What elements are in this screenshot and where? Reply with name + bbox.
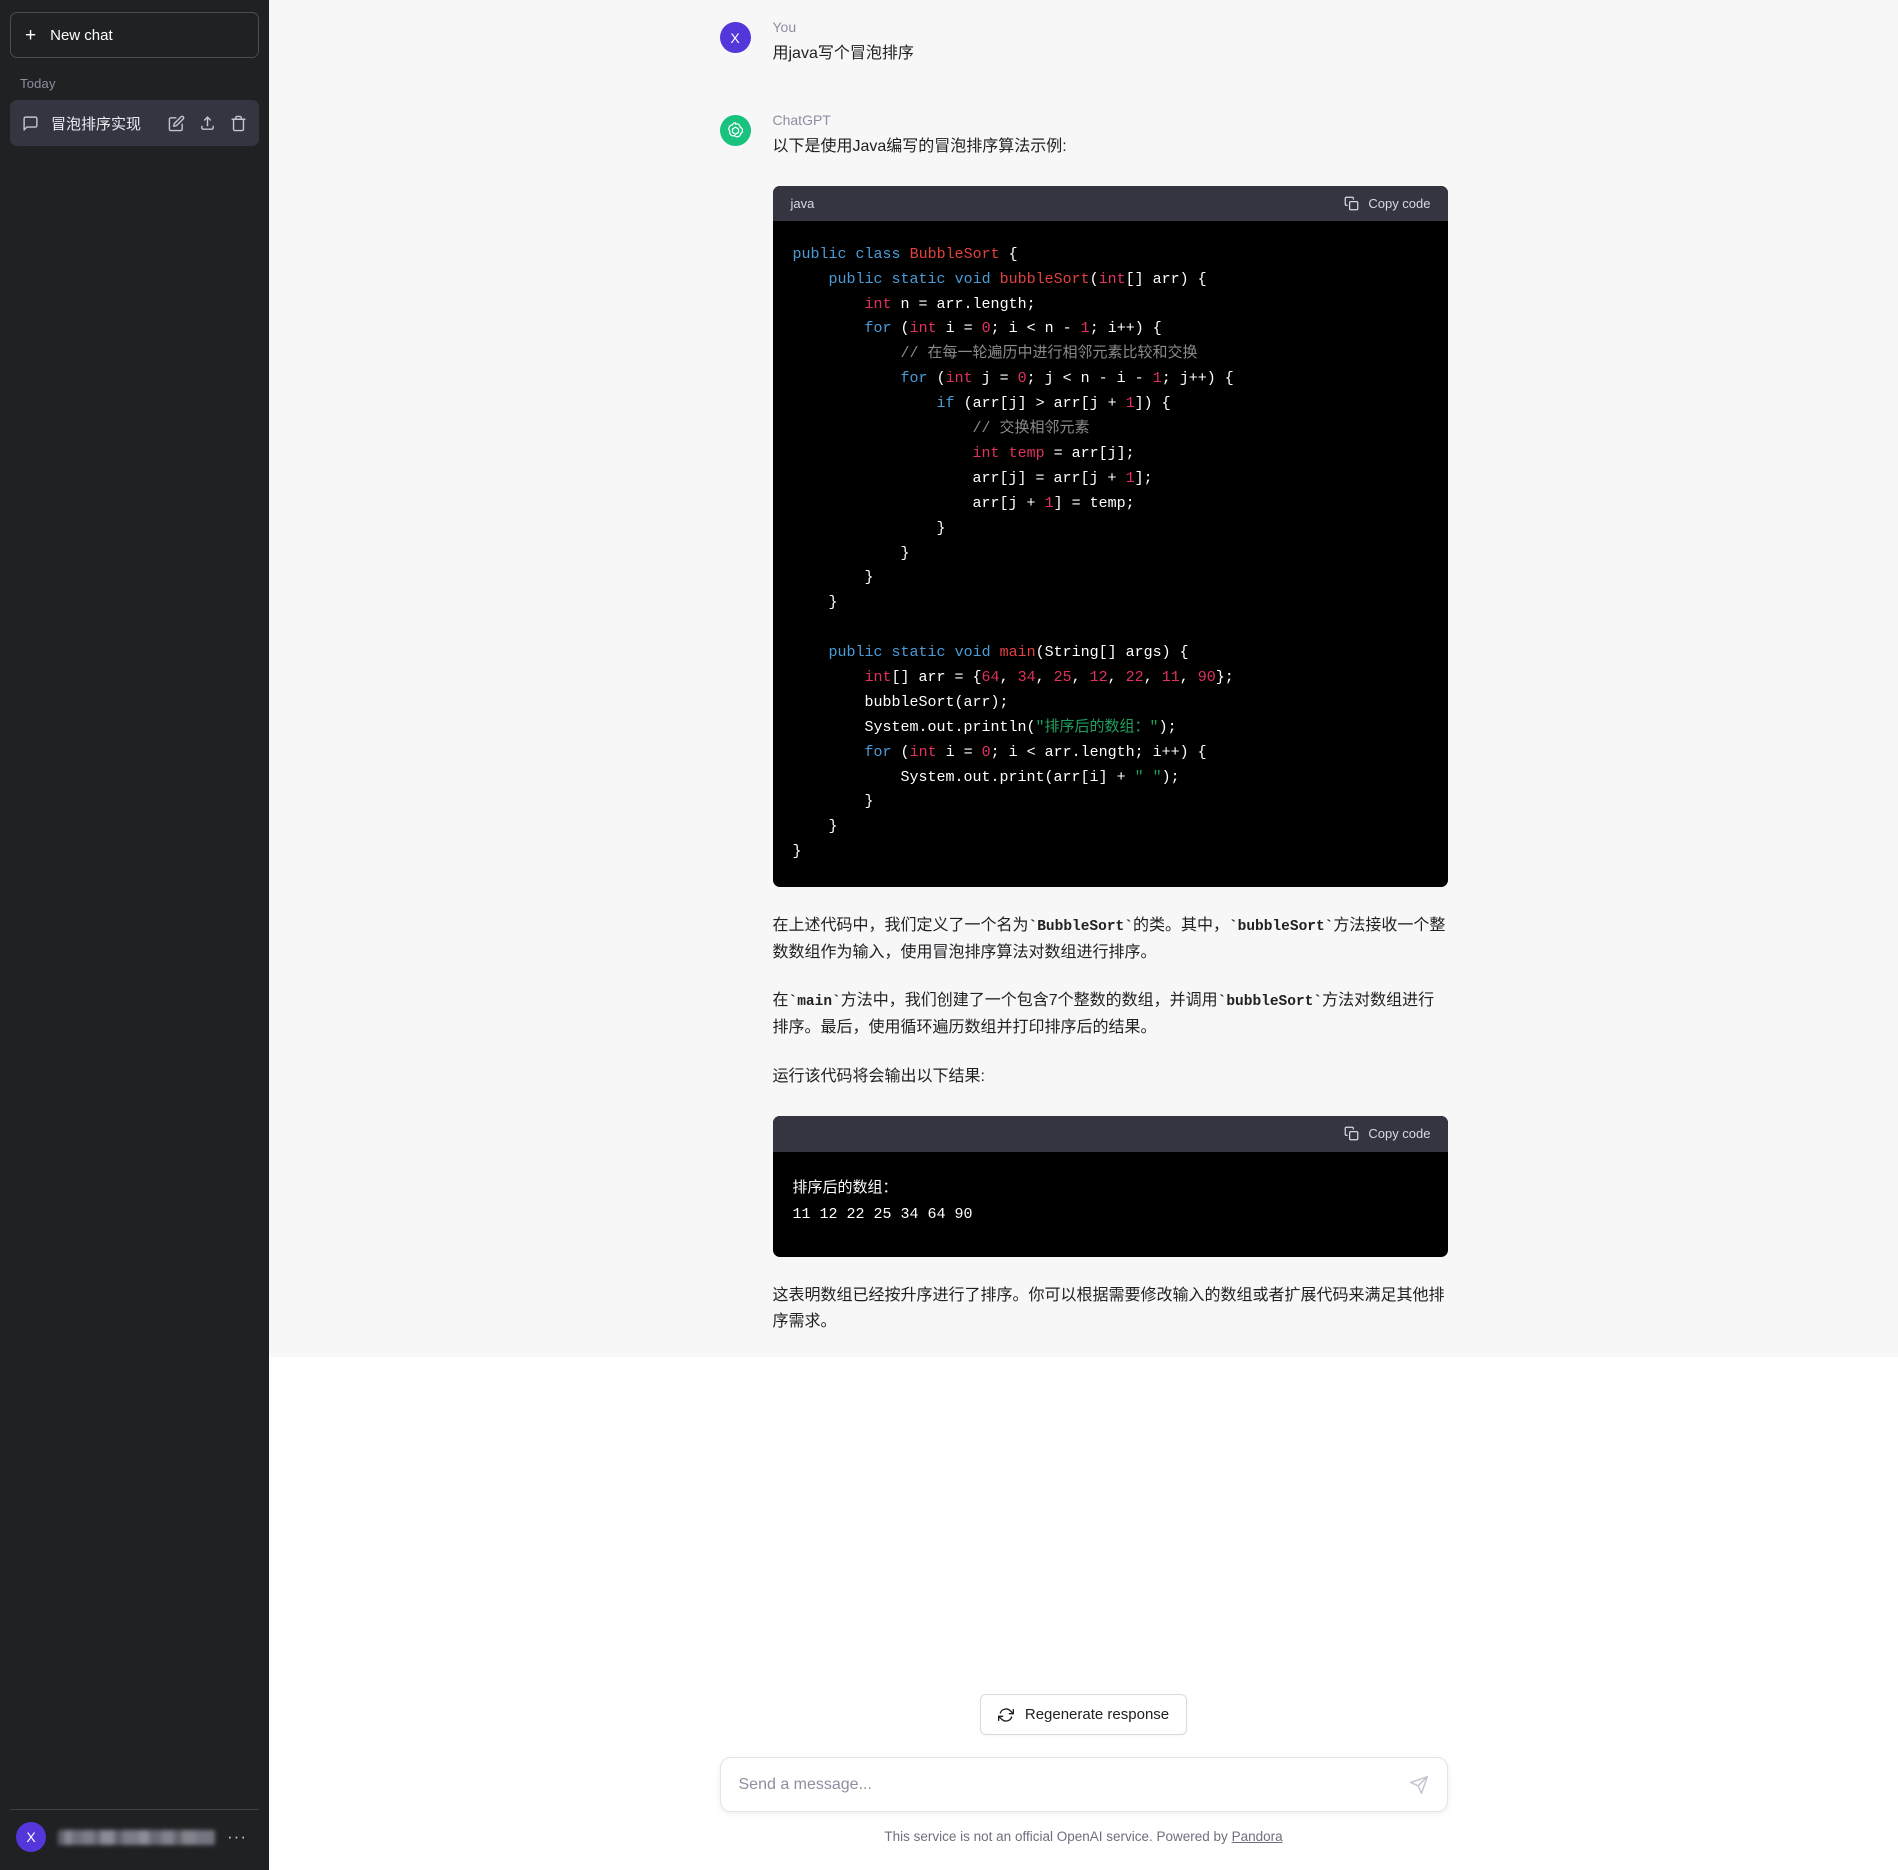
conversation-scroll[interactable]: X You 用java写个冒泡排序 ChatGPT 以下是使用Java编写的冒泡… — [269, 0, 1898, 1694]
regenerate-row: Regenerate response — [269, 1694, 1898, 1735]
user-role-label: You — [772, 19, 797, 35]
footer-note: This service is not an official OpenAI s… — [269, 1812, 1898, 1860]
code-block-output: Copy code 排序后的数组： 11 12 22 25 34 64 90 — [772, 1115, 1448, 1258]
copy-code-label: Copy code — [1368, 195, 1431, 211]
assistant-role-label: ChatGPT — [772, 111, 831, 128]
assistant-paragraph-4: 这表明数组已经按升序进行了排序。你可以根据需要修改输入的数组或者扩展代码来满足其… — [772, 1287, 1445, 1331]
inline-code-bubblesort-class: `BubbleSort` — [1028, 919, 1133, 936]
output-block-content: 排序后的数组： 11 12 22 25 34 64 90 — [773, 1152, 1448, 1258]
new-chat-button[interactable]: + New chat — [10, 12, 259, 58]
copy-code-button[interactable]: Copy code — [1344, 193, 1431, 214]
code-block-content: public class BubbleSort { public static … — [792, 245, 1234, 861]
message-turn-assistant: ChatGPT 以下是使用Java编写的冒泡排序算法示例: java Copy … — [269, 90, 1898, 1358]
history-section-label: Today — [20, 76, 56, 91]
user-menu-icon[interactable]: ··· — [227, 1827, 253, 1847]
assistant-paragraph-1: 在上述代码中，我们定义了一个名为`BubbleSort`的类。其中，`bubbl… — [772, 917, 1446, 961]
user-avatar: X — [719, 22, 751, 53]
sidebar-item-chat[interactable]: 冒泡排序实现 — [10, 100, 259, 146]
inline-code-bubblesort-method: `bubbleSort` — [1228, 919, 1334, 936]
share-icon[interactable] — [199, 115, 216, 132]
sidebar: + New chat Today 冒泡排序实现 X ··· — [0, 0, 269, 1870]
output-line-1: 排序后的数组： — [792, 1179, 898, 1197]
composer-row — [269, 1757, 1898, 1812]
send-icon[interactable] — [1409, 1775, 1429, 1795]
new-chat-label: New chat — [50, 26, 113, 44]
chat-item-title: 冒泡排序实现 — [51, 115, 142, 133]
copy-output-button[interactable]: Copy code — [1344, 1123, 1431, 1144]
clipboard-icon — [1344, 1126, 1359, 1141]
edit-icon[interactable] — [168, 115, 185, 132]
refresh-icon — [997, 1707, 1014, 1722]
assistant-intro: 以下是使用Java编写的冒泡排序算法示例: — [772, 137, 1067, 155]
code-block-header: java Copy code — [772, 185, 1448, 221]
inline-code-bubblesort-call: `bubbleSort` — [1217, 994, 1323, 1011]
user-message-text: 用java写个冒泡排序 — [772, 45, 914, 62]
regenerate-response-button[interactable]: Regenerate response — [979, 1694, 1188, 1735]
output-line-2: 11 12 22 25 34 64 90 — [792, 1205, 973, 1223]
message-input[interactable] — [738, 1775, 1409, 1794]
copy-output-label: Copy code — [1368, 1126, 1431, 1142]
composer-area: Regenerate response This service is not … — [269, 1694, 1898, 1870]
assistant-paragraph-2: 在`main`方法中，我们创建了一个包含7个整数的数组，并调用`bubbleSo… — [772, 992, 1435, 1036]
sidebar-user-row[interactable]: X ··· — [10, 1809, 259, 1870]
clipboard-icon — [1344, 196, 1359, 211]
delete-icon[interactable] — [230, 115, 247, 132]
regenerate-label: Regenerate response — [1024, 1706, 1170, 1723]
footer-note-text: This service is not an official OpenAI s… — [884, 1829, 1232, 1844]
assistant-paragraph-3: 运行该代码将会输出以下结果: — [772, 1067, 985, 1085]
message-turn-user: X You 用java写个冒泡排序 — [269, 0, 1898, 91]
plus-icon: + — [25, 24, 37, 46]
composer-box[interactable] — [719, 1757, 1448, 1812]
chatgpt-logo-icon — [719, 114, 751, 146]
user-avatar: X — [16, 1822, 46, 1852]
chat-app: + New chat Today 冒泡排序实现 X ··· X You 用jav… — [0, 0, 1898, 1870]
chat-bubble-icon — [22, 115, 39, 132]
output-block-header: Copy code — [772, 1115, 1448, 1152]
main-panel: X You 用java写个冒泡排序 ChatGPT 以下是使用Java编写的冒泡… — [269, 0, 1898, 1870]
code-block-java: java Copy code public class BubbleSort {… — [772, 185, 1448, 888]
inline-code-main: `main` — [788, 994, 841, 1011]
code-language-label: java — [790, 195, 815, 211]
user-name-redacted — [58, 1829, 216, 1845]
assistant-message-body: 以下是使用Java编写的冒泡排序算法示例: java Copy code pub… — [772, 134, 1448, 1335]
chat-item-actions — [168, 115, 247, 132]
pandora-link[interactable]: Pandora — [1232, 1829, 1283, 1844]
